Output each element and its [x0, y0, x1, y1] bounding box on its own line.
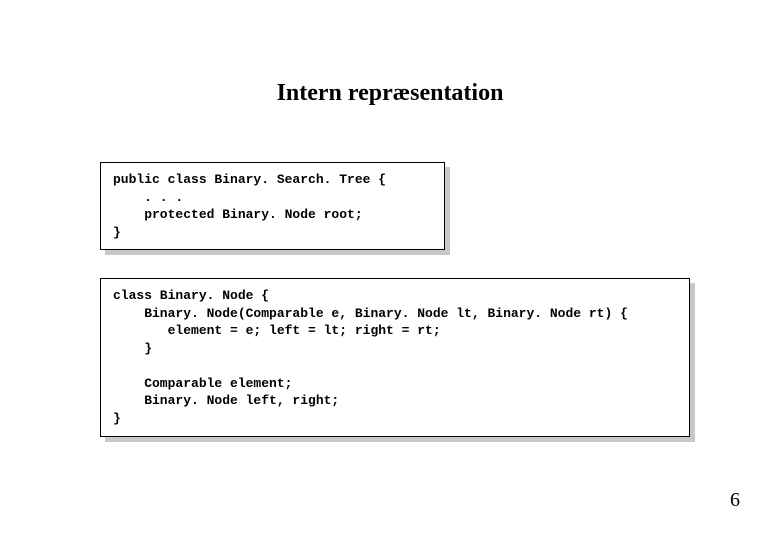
- code-block-1-wrap: public class Binary. Search. Tree { . . …: [100, 162, 445, 250]
- code-block-2: class Binary. Node { Binary. Node(Compar…: [100, 278, 690, 436]
- slide-title: Intern repræsentation: [60, 80, 720, 107]
- slide: Intern repræsentation public class Binar…: [0, 0, 780, 540]
- code-block-1: public class Binary. Search. Tree { . . …: [100, 162, 445, 250]
- page-number: 6: [730, 489, 740, 512]
- code-block-2-wrap: class Binary. Node { Binary. Node(Compar…: [100, 278, 690, 436]
